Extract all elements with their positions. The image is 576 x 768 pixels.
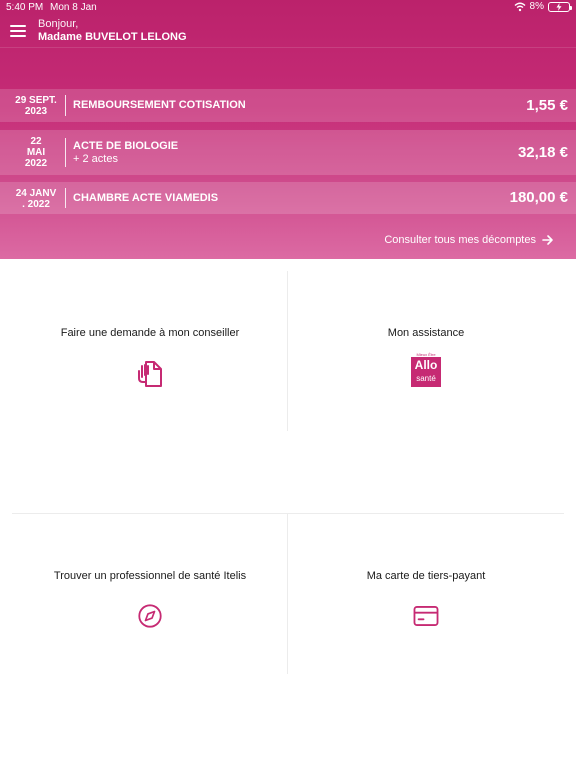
allo-logo-main: Allo [414,358,438,372]
row-subtitle: + 2 actes [73,153,118,165]
battery-percent: 8% [529,1,544,12]
row-title: ACTE DE BIOLOGIE [73,140,179,152]
row-amount: 1,55 € [526,97,568,114]
compass-icon [138,604,162,628]
row-date-line: 2022 [24,158,48,169]
greeting-hello: Bonjour, [38,18,79,30]
row-date-line: 29 SEPT. [15,95,57,106]
row-date-line: 22 [30,136,42,147]
row-separator [65,188,66,208]
tile-label: Faire une demande à mon conseiller [60,327,240,339]
card-icon [413,606,439,626]
reimbursement-row[interactable]: 29 SEPT. 2023 REMBOURSEMENT COTISATION 1… [0,89,576,122]
row-separator [65,138,66,167]
allo-logo-sub: santé [416,374,436,383]
grid-divider-horizontal [12,513,564,514]
greeting: Bonjour, Madame BUVELOT LELONG [38,18,187,43]
row-date: 22 MAI 2022 [8,136,64,169]
header: 5:40 PM Mon 8 Jan 8% Bonjour, Madame BUV… [0,0,576,259]
row-date-line: 2023 [24,106,48,117]
row-date-line: . 2022 [22,199,50,210]
row-amount: 32,18 € [517,144,568,161]
tile-label: Ma carte de tiers-payant [366,570,486,582]
row-amount: 180,00 € [509,189,568,206]
status-date: Mon 8 Jan [50,2,97,13]
tile-label: Mon assistance [387,327,465,339]
top-bar: Bonjour, Madame BUVELOT LELONG [0,14,576,48]
tile-payment-card[interactable]: Ma carte de tiers-payant [288,570,564,630]
row-separator [65,95,66,116]
row-date-line: 24 JANV [15,188,57,199]
row-date: 29 SEPT. 2023 [8,95,64,117]
allo-sante-logo: Mieux Être Allo santé [411,352,441,387]
status-time: 5:40 PM [6,2,44,13]
wifi-icon [514,2,526,11]
tile-advisor-request[interactable]: Faire une demande à mon conseiller [12,327,288,391]
row-date-line: MAI [26,147,46,158]
status-bar: 5:40 PM Mon 8 Jan 8% [0,0,576,14]
user-name: Madame BUVELOT LELONG [38,31,187,43]
tile-label: Trouver un professionnel de santé Itelis [53,570,247,582]
status-right: 8% [514,1,572,12]
allo-logo-top: Mieux Être [411,352,441,357]
row-title: CHAMBRE ACTE VIAMEDIS [73,192,219,204]
see-all-link[interactable]: Consulter tous mes décomptes [384,234,554,246]
charging-bolt-icon [556,2,562,11]
tile-find-professional[interactable]: Trouver un professionnel de santé Itelis [12,570,288,630]
see-all-label: Consulter tous mes décomptes [384,234,536,246]
row-title: REMBOURSEMENT COTISATION [73,99,246,111]
menu-icon[interactable] [10,25,26,37]
reimbursement-row[interactable]: 24 JANV . 2022 CHAMBRE ACTE VIAMEDIS 180… [0,182,576,214]
document-hand-icon [138,361,162,387]
tile-assistance[interactable]: Mon assistance Mieux Être Allo santé [288,327,564,387]
reimbursement-row[interactable]: 22 MAI 2022 ACTE DE BIOLOGIE + 2 actes 3… [0,130,576,175]
battery-icon [548,1,572,12]
row-date: 24 JANV . 2022 [8,188,64,210]
arrow-right-icon [542,235,553,245]
